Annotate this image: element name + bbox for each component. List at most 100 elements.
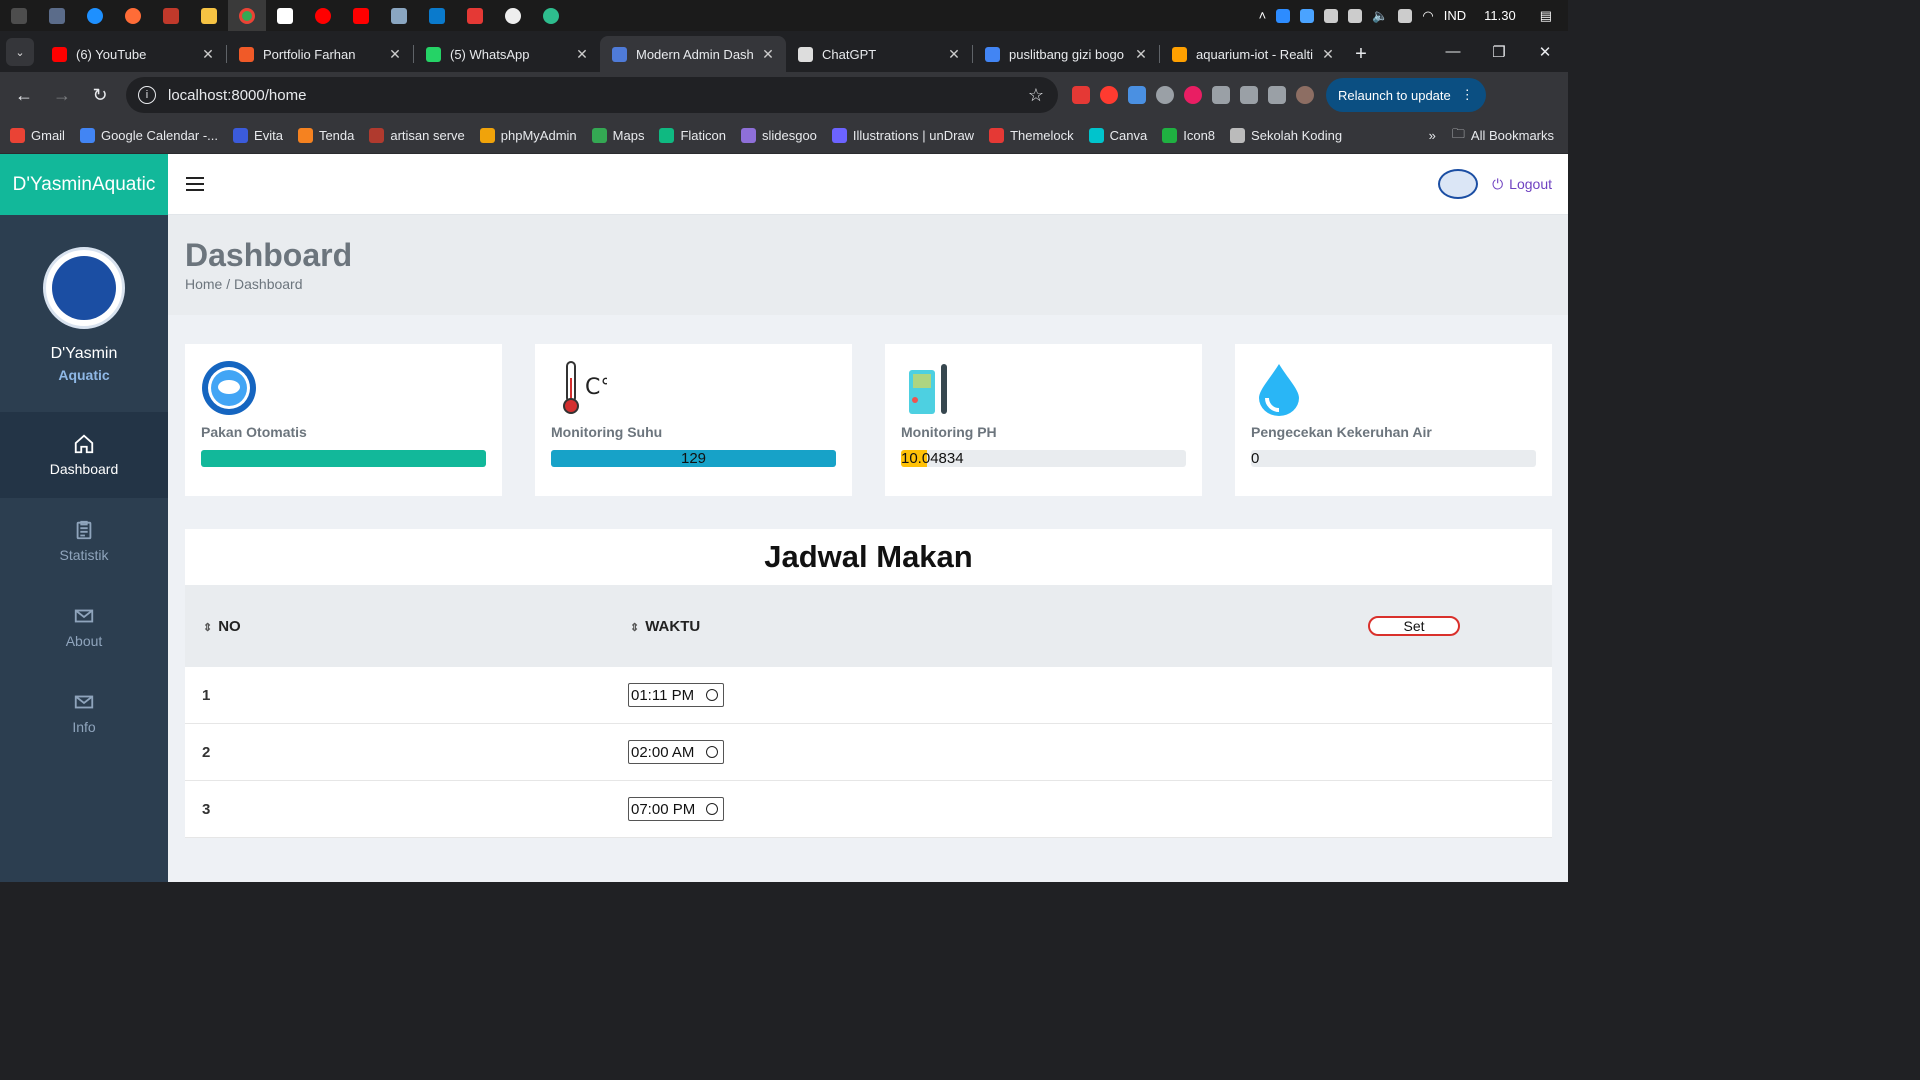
notifications-icon[interactable]: ▤	[1540, 8, 1552, 24]
postman-icon[interactable]	[114, 0, 152, 31]
bookmark-favicon-icon	[10, 128, 25, 143]
minimize-icon[interactable]: —	[1430, 31, 1476, 72]
bookmark-item[interactable]: Google Calendar -...	[79, 128, 218, 143]
bookmark-item[interactable]: Illustrations | unDraw	[831, 128, 974, 143]
maximize-icon[interactable]: ❐	[1476, 31, 1522, 72]
bookmark-item[interactable]: phpMyAdmin	[479, 128, 577, 143]
sidebar-item-info[interactable]: Info	[0, 670, 168, 756]
bookmark-item[interactable]: Icon8	[1162, 128, 1215, 143]
tab-close-icon[interactable]: ✕	[387, 46, 403, 63]
zoom-icon[interactable]	[1276, 8, 1291, 23]
edge-icon[interactable]	[532, 0, 570, 31]
extension-icon[interactable]	[1184, 86, 1202, 104]
column-header-no[interactable]: ⇕ NO	[203, 618, 241, 635]
tab-search-icon[interactable]: ⌄	[6, 38, 34, 66]
sidebar-item-statistik[interactable]: Statistik	[0, 498, 168, 584]
reload-icon[interactable]: ↻	[82, 77, 118, 113]
extension-icon[interactable]	[1072, 86, 1090, 104]
browser-tab[interactable]: aquarium-iot - Realti ✕	[1160, 36, 1346, 72]
set-button[interactable]: Set	[1368, 616, 1460, 636]
bookmark-item[interactable]: Flaticon	[659, 128, 726, 143]
bookmark-label: Canva	[1109, 128, 1148, 143]
vscode-icon[interactable]	[418, 0, 456, 31]
media-icon[interactable]	[1240, 86, 1258, 104]
browser-tab[interactable]: (6) YouTube ✕	[40, 36, 226, 72]
sidebar-item-dashboard[interactable]: Dashboard	[0, 412, 168, 498]
tab-close-icon[interactable]: ✕	[1133, 46, 1149, 63]
edge-dev-icon[interactable]	[76, 0, 114, 31]
notion-icon[interactable]	[266, 0, 304, 31]
close-window-icon[interactable]: ✕	[1522, 31, 1568, 72]
time-input[interactable]: 01:11 PM	[628, 683, 724, 707]
bookmark-item[interactable]: Evita	[233, 128, 283, 143]
clock-icon[interactable]	[706, 689, 718, 701]
profile-avatar-icon[interactable]	[1296, 86, 1314, 104]
sidebar-item-about[interactable]: About	[0, 584, 168, 670]
bookmark-favicon-icon	[740, 128, 756, 143]
logout-button[interactable]: ⏻ Logout	[1492, 176, 1552, 193]
file-explorer-icon[interactable]	[190, 0, 228, 31]
tab-close-icon[interactable]: ✕	[1320, 46, 1336, 63]
chrome-icon[interactable]	[228, 0, 266, 31]
bookmark-item[interactable]: artisan serve	[369, 128, 465, 143]
task-view-icon[interactable]	[38, 0, 76, 31]
download-icon[interactable]	[1268, 86, 1286, 104]
all-bookmarks-button[interactable]: 🗀 All Bookmarks	[1452, 125, 1554, 147]
time-input[interactable]: 02:00 AM	[628, 740, 724, 764]
breadcrumb[interactable]: Home / Dashboard	[185, 276, 1568, 292]
app-icon[interactable]	[152, 0, 190, 31]
clock-icon[interactable]	[706, 746, 718, 758]
time-input[interactable]: 07:00 PM	[628, 797, 724, 821]
hamburger-menu-icon[interactable]	[186, 177, 204, 191]
wifi-icon[interactable]: ◠	[1422, 8, 1433, 24]
bookmark-item[interactable]: Themelock	[989, 128, 1074, 143]
url-text[interactable]: localhost:8000/home	[168, 87, 1028, 104]
settings-gear-icon[interactable]	[494, 0, 532, 31]
tab-close-icon[interactable]: ✕	[946, 46, 962, 63]
relaunch-button[interactable]: Relaunch to update ⋮	[1326, 78, 1486, 112]
bookmark-item[interactable]: Gmail	[10, 128, 65, 143]
extension-icon[interactable]	[1128, 86, 1146, 104]
browser-tab[interactable]: Portfolio Farhan ✕	[227, 36, 413, 72]
page: D'YasminAquatic D'Yasmin Aquatic Dashboa…	[0, 154, 1568, 882]
language-indicator[interactable]: IND	[1444, 8, 1466, 23]
bookmark-item[interactable]: Canva	[1088, 128, 1148, 143]
bookmark-item[interactable]: Maps	[591, 128, 644, 143]
tab-close-icon[interactable]: ✕	[574, 46, 590, 63]
bookmark-item[interactable]: slidesgoo	[740, 128, 817, 143]
app-tray-icon[interactable]	[1300, 8, 1315, 23]
back-icon[interactable]: ←	[6, 77, 42, 113]
address-bar[interactable]: i localhost:8000/home ☆	[126, 77, 1058, 113]
chevron-up-icon[interactable]: ˄	[1259, 8, 1267, 23]
bookmark-item[interactable]: Tenda	[297, 128, 354, 143]
battery-icon[interactable]	[1324, 8, 1339, 23]
new-tab-button[interactable]: +	[1346, 36, 1376, 72]
browser-tab[interactable]: ChatGPT ✕	[786, 36, 972, 72]
brand[interactable]: D'YasminAquatic	[0, 154, 168, 215]
forward-icon[interactable]: →	[44, 77, 80, 113]
tab-close-icon[interactable]: ✕	[200, 46, 216, 63]
tray-badge-icon[interactable]	[1348, 8, 1363, 23]
clock[interactable]: 11.30	[1484, 8, 1516, 23]
browser-tab[interactable]: (5) WhatsApp ✕	[414, 36, 600, 72]
card-label: Monitoring PH	[901, 424, 997, 440]
bookmark-item[interactable]: Sekolah Koding	[1230, 128, 1342, 143]
app-icon[interactable]	[456, 0, 494, 31]
bookmark-star-icon[interactable]: ☆	[1028, 85, 1044, 106]
volume-icon[interactable]: 🔈	[1372, 8, 1388, 24]
extension-icon[interactable]	[1100, 86, 1118, 104]
browser-tab[interactable]: puslitbang gizi bogo ✕	[973, 36, 1159, 72]
site-info-icon[interactable]: i	[138, 86, 156, 104]
security-icon[interactable]	[1398, 8, 1413, 23]
youtube-icon[interactable]	[342, 0, 380, 31]
more-bookmarks-icon[interactable]: »	[1429, 128, 1436, 143]
puzzle-icon[interactable]	[1212, 86, 1230, 104]
column-header-waktu[interactable]: ⇕ WAKTU	[630, 618, 700, 635]
youtube-music-icon[interactable]	[304, 0, 342, 31]
clock-icon[interactable]	[706, 803, 718, 815]
extension-icon[interactable]	[1156, 86, 1174, 104]
app-icon[interactable]	[380, 0, 418, 31]
windows-start-icon[interactable]	[0, 0, 38, 31]
browser-tab[interactable]: Modern Admin Dash ✕	[600, 36, 786, 72]
tab-close-icon[interactable]: ✕	[760, 46, 776, 63]
